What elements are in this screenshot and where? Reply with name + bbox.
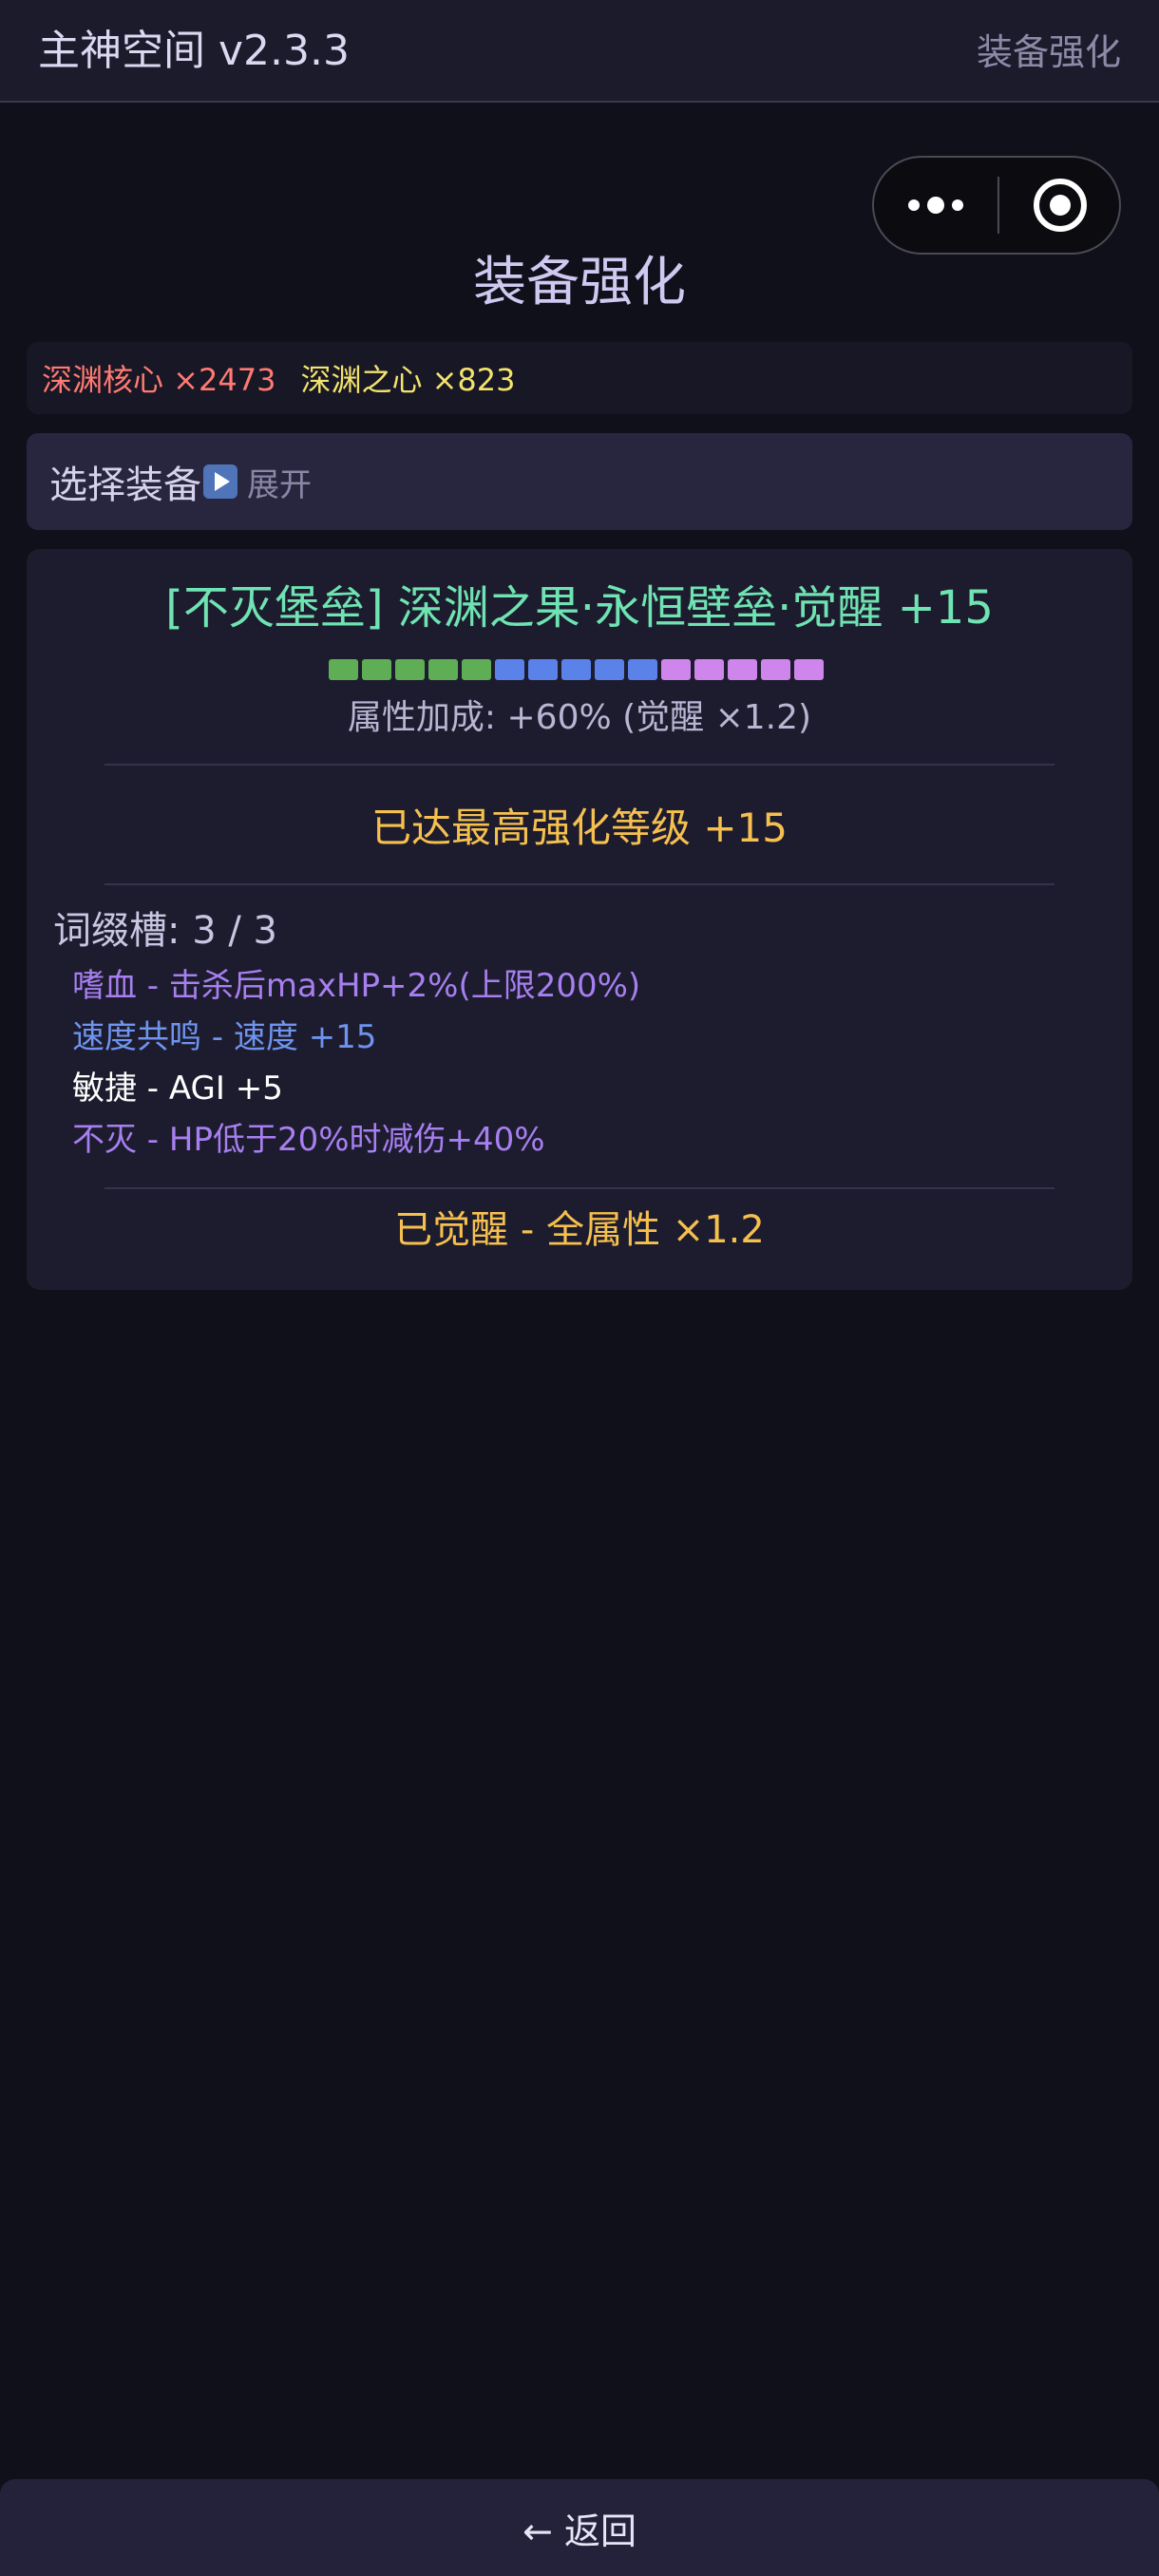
abyss-heart-count: 深渊之心 ×823	[300, 362, 516, 398]
affix-item: 敏捷 - AGI +5	[72, 1070, 283, 1108]
level-segment	[462, 659, 491, 680]
dot	[927, 197, 944, 214]
enhance-level-bar	[329, 659, 824, 680]
level-segment	[362, 659, 391, 680]
target-inner-dot	[1050, 195, 1071, 216]
level-segment	[329, 659, 358, 680]
level-segment	[694, 659, 724, 680]
item-name: [不灭堡垒] 深渊之果·永恒壁垒·觉醒 +15	[165, 581, 994, 635]
affix-item: 不灭 - HP低于20%时减伤+40%	[72, 1121, 545, 1159]
resource-bar: 深渊核心 ×2473 深渊之心 ×823	[27, 342, 1132, 414]
level-segment	[661, 659, 691, 680]
target-outer-ring	[1034, 179, 1087, 232]
dot	[952, 199, 963, 211]
more-dots-icon[interactable]	[874, 158, 998, 253]
level-segment	[761, 659, 790, 680]
equipment-selector[interactable]: 选择装备 展开	[27, 433, 1132, 530]
back-button[interactable]: ← 返回	[0, 2479, 1159, 2576]
app-title: 主神空间 v2.3.3	[38, 27, 350, 75]
level-segment	[628, 659, 657, 680]
divider	[104, 1187, 1054, 1189]
level-segment	[794, 659, 824, 680]
capsule-menu	[872, 156, 1121, 255]
affix-slot-header: 词缀槽: 3 / 3	[53, 909, 277, 953]
header-page-name: 装备强化	[976, 31, 1121, 73]
equipment-card: [不灭堡垒] 深渊之果·永恒壁垒·觉醒 +15 属性加成: +60% (觉醒 ×…	[27, 549, 1132, 1290]
expand-toggle[interactable]: 展开	[247, 459, 312, 505]
level-segment	[428, 659, 458, 680]
divider	[104, 764, 1054, 766]
level-segment	[495, 659, 524, 680]
divider	[104, 883, 1054, 885]
level-segment	[728, 659, 757, 680]
selector-label: 选择装备	[49, 464, 201, 507]
target-circle-icon[interactable]	[999, 158, 1121, 253]
level-segment	[395, 659, 425, 680]
level-segment	[528, 659, 558, 680]
level-segment	[561, 659, 591, 680]
affix-item: 嗜血 - 击杀后maxHP+2%(上限200%)	[72, 967, 641, 1005]
attribute-bonus: 属性加成: +60% (觉醒 ×1.2)	[347, 698, 812, 737]
page-title: 装备强化	[473, 252, 686, 313]
awaken-status: 已觉醒 - 全属性 ×1.2	[394, 1208, 765, 1252]
dot	[908, 199, 920, 211]
play-icon[interactable]	[203, 464, 238, 499]
abyss-core-count: 深渊核心 ×2473	[42, 362, 276, 398]
affix-item: 速度共鸣 - 速度 +15	[72, 1018, 377, 1056]
max-level-notice: 已达最高强化等级 +15	[371, 805, 788, 851]
level-segment	[595, 659, 624, 680]
top-bar: 主神空间 v2.3.3 装备强化	[0, 0, 1159, 103]
